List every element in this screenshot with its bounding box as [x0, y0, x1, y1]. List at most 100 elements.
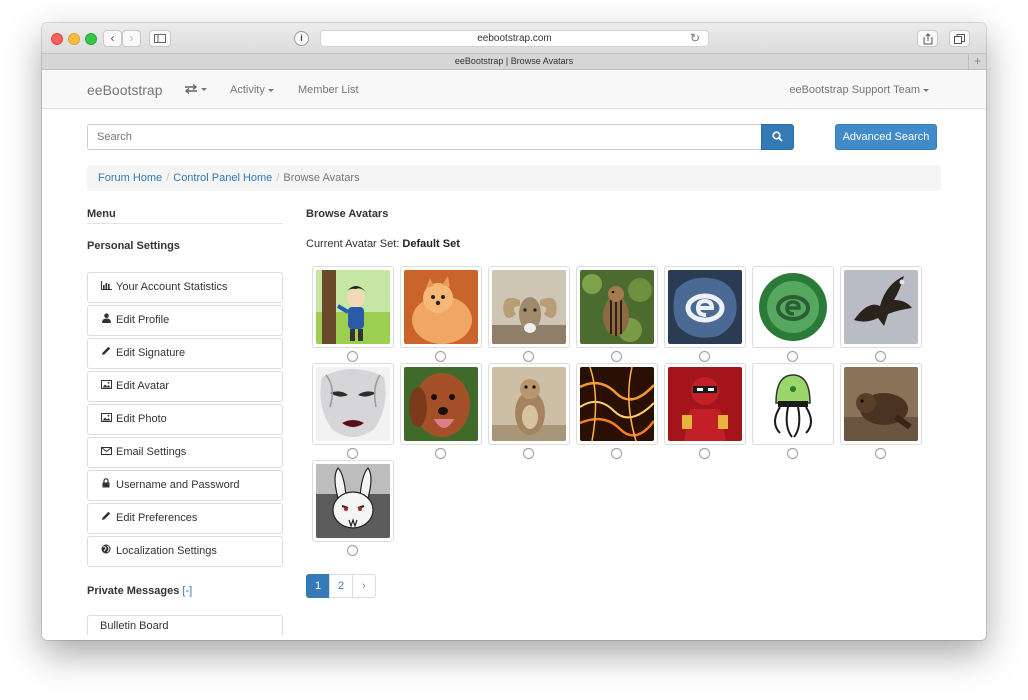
sidebar-item-email-settings[interactable]: Email Settings	[87, 437, 283, 468]
close-window-button[interactable]	[51, 33, 63, 45]
activity-dropdown[interactable]: Activity	[230, 84, 274, 96]
avatar-option[interactable]	[664, 266, 746, 362]
avatar-option[interactable]	[312, 460, 394, 556]
avatar-thumbnail[interactable]	[752, 363, 834, 445]
current-set-value: Default Set	[402, 238, 460, 250]
avatar-option[interactable]	[488, 266, 570, 362]
member-list-link[interactable]: Member List	[298, 84, 359, 96]
avatar-radio[interactable]	[435, 351, 446, 362]
private-messages-label: Private Messages	[87, 585, 180, 597]
sidebar-item-label: Email Settings	[116, 446, 187, 458]
bighorn-ram-image	[492, 270, 566, 344]
avatar-option[interactable]	[488, 363, 570, 459]
cartoon-man-image	[316, 270, 390, 344]
avatar-radio[interactable]	[699, 448, 710, 459]
avatar-radio[interactable]	[347, 351, 358, 362]
sidebar-icon	[154, 34, 166, 43]
user-menu-dropdown[interactable]: eeBootstrap Support Team	[789, 84, 929, 96]
white-rabbit-image	[316, 464, 390, 538]
avatar-thumbnail[interactable]	[488, 363, 570, 445]
sidebar-item-bulletin-board[interactable]: Bulletin Board	[87, 615, 283, 635]
sidebar-item-edit-profile[interactable]: Edit Profile	[87, 305, 283, 336]
light-trails-image	[580, 367, 654, 441]
breadcrumb-forum-home[interactable]: Forum Home	[98, 172, 162, 184]
avatar-option[interactable]	[576, 266, 658, 362]
avatar-radio[interactable]	[787, 351, 798, 362]
private-messages-title: Private Messages [-]	[87, 585, 192, 597]
sidebar-item-edit-photo[interactable]: Edit Photo	[87, 404, 283, 435]
eagle-image	[844, 270, 918, 344]
avatar-option[interactable]	[840, 363, 922, 459]
sidebar-toggle-button[interactable]	[149, 30, 171, 47]
avatar-thumbnail[interactable]	[664, 266, 746, 348]
chevron-left-icon: ‹	[110, 31, 115, 45]
avatar-thumbnail[interactable]	[840, 363, 922, 445]
avatar-thumbnail[interactable]	[312, 460, 394, 542]
avatar-thumbnail[interactable]	[840, 266, 922, 348]
breadcrumb-control-panel-home[interactable]: Control Panel Home	[173, 172, 272, 184]
avatar-thumbnail[interactable]	[400, 363, 482, 445]
avatar-radio[interactable]	[523, 448, 534, 459]
avatar-option[interactable]	[664, 363, 746, 459]
avatar-thumbnail[interactable]	[576, 266, 658, 348]
avatar-radio[interactable]	[435, 448, 446, 459]
sidebar-item-username-password[interactable]: Username and Password	[87, 470, 283, 501]
avatar-option[interactable]	[312, 266, 394, 362]
address-bar[interactable]: eebootstrap.com ↻	[320, 30, 709, 47]
avatar-option[interactable]	[400, 363, 482, 459]
active-tab-title[interactable]: eeBootstrap | Browse Avatars	[455, 56, 573, 66]
avatar-option[interactable]	[400, 266, 482, 362]
search-button[interactable]	[761, 124, 794, 150]
sidebar-item-label: Your Account Statistics	[116, 281, 228, 293]
minimize-window-button[interactable]	[68, 33, 80, 45]
brand-logo[interactable]: eeBootstrap	[87, 82, 163, 98]
avatar-radio[interactable]	[611, 448, 622, 459]
avatar-thumbnail[interactable]	[400, 266, 482, 348]
advanced-search-button[interactable]: Advanced Search	[835, 124, 937, 150]
avatar-thumbnail[interactable]	[488, 266, 570, 348]
zoom-window-button[interactable]	[85, 33, 97, 45]
page-1-button[interactable]: 1	[306, 574, 330, 598]
avatar-radio[interactable]	[875, 351, 886, 362]
share-button[interactable]	[917, 30, 938, 47]
sidebar-item-edit-avatar[interactable]: Edit Avatar	[87, 371, 283, 402]
sidebar-item-edit-preferences[interactable]: Edit Preferences	[87, 503, 283, 534]
avatar-radio[interactable]	[699, 351, 710, 362]
avatar-radio[interactable]	[875, 448, 886, 459]
avatar-thumbnail[interactable]	[752, 266, 834, 348]
share-icon	[923, 33, 932, 45]
forward-button[interactable]: ›	[122, 30, 141, 47]
sidebar-item-label: Localization Settings	[116, 545, 217, 557]
jellyfish-robot-image	[756, 367, 830, 441]
sidebar-item-edit-signature[interactable]: Edit Signature	[87, 338, 283, 369]
avatar-option[interactable]	[752, 363, 834, 459]
retriever-dog-image	[404, 367, 478, 441]
page-2-button[interactable]: 2	[329, 574, 353, 598]
avatar-radio[interactable]	[787, 448, 798, 459]
avatar-option[interactable]	[752, 266, 834, 362]
sidebar-item-label: Edit Signature	[116, 347, 186, 359]
avatar-thumbnail[interactable]	[664, 363, 746, 445]
avatar-thumbnail[interactable]	[312, 266, 394, 348]
avatar-option[interactable]	[840, 266, 922, 362]
avatar-option[interactable]	[576, 363, 658, 459]
avatar-radio[interactable]	[347, 545, 358, 556]
tabs-overview-button[interactable]	[949, 30, 970, 47]
search-input[interactable]	[87, 124, 762, 150]
reload-icon[interactable]: ↻	[690, 31, 700, 46]
avatar-option[interactable]	[312, 363, 394, 459]
avatar-radio[interactable]	[347, 448, 358, 459]
privacy-info-icon[interactable]: i	[294, 31, 309, 46]
back-button[interactable]: ‹	[103, 30, 122, 47]
new-tab-button[interactable]: +	[968, 54, 986, 69]
sidebar-item-localization-settings[interactable]: Localization Settings	[87, 536, 283, 567]
avatar-radio[interactable]	[611, 351, 622, 362]
sidebar-item-account-statistics[interactable]: Your Account Statistics	[87, 272, 283, 303]
avatar-radio[interactable]	[523, 351, 534, 362]
avatar-thumbnail[interactable]	[576, 363, 658, 445]
collapse-toggle[interactable]: [-]	[182, 585, 192, 597]
lock-icon	[100, 471, 112, 500]
switch-dropdown[interactable]	[184, 83, 207, 95]
next-page-button[interactable]: ›	[352, 574, 376, 598]
avatar-thumbnail[interactable]	[312, 363, 394, 445]
